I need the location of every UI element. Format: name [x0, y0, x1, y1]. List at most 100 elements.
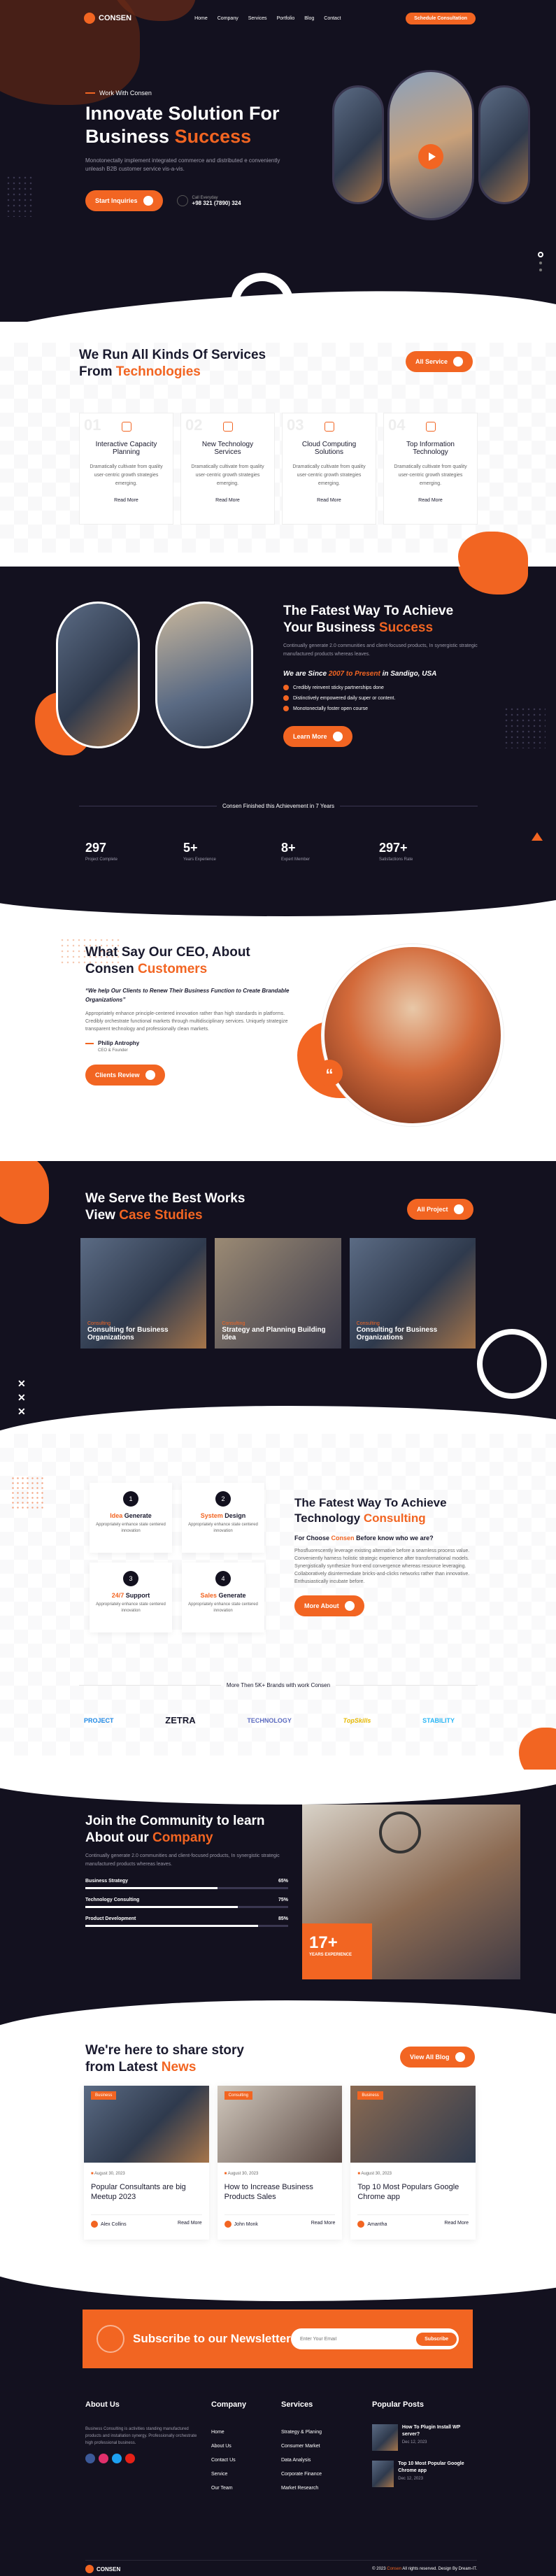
- start-inquiries-button[interactable]: Start Inquiries: [85, 190, 163, 211]
- footer-post-title[interactable]: How To Plugin Install WP server?: [402, 2424, 477, 2438]
- blog-card[interactable]: Consulting ■ August 30, 2023 How to Incr…: [217, 2086, 343, 2240]
- footer-link[interactable]: Consumer Market: [281, 2440, 358, 2454]
- play-button[interactable]: [418, 144, 443, 169]
- dot-pattern: [6, 175, 34, 217]
- footer-link[interactable]: Our Team: [211, 2482, 267, 2496]
- skill-bar: Product Development 85%: [85, 1916, 288, 1927]
- blog-post-title[interactable]: Popular Consultants are big Meetup 2023: [91, 2182, 202, 2203]
- quote-icon: “: [316, 1060, 343, 1086]
- blog-tag[interactable]: Consulting: [224, 2091, 253, 2100]
- service-card[interactable]: 02 New Technology Services Dramatically …: [180, 413, 275, 525]
- blog-post-title[interactable]: How to Increase Business Products Sales: [224, 2182, 336, 2203]
- more-about-button[interactable]: More About: [294, 1595, 364, 1616]
- brand-logo[interactable]: STABILITY: [422, 1717, 455, 1724]
- footer-link[interactable]: Home: [211, 2426, 267, 2440]
- stat-value: 8+: [281, 841, 296, 855]
- service-card[interactable]: 04 Top Information Technology Dramatical…: [383, 413, 478, 525]
- all-project-button[interactable]: All Project: [407, 1199, 473, 1220]
- phone-number[interactable]: +98 321 (7890) 324: [192, 200, 241, 206]
- phone-block[interactable]: Call Everyday +98 321 (7890) 324: [176, 195, 241, 206]
- brand-logo[interactable]: TopSkills: [343, 1717, 371, 1724]
- stat-item: 5+ Years Experience: [183, 841, 281, 864]
- case-card[interactable]: Consulting Consulting for Business Organ…: [80, 1238, 207, 1349]
- blog-tag[interactable]: Business: [357, 2091, 383, 2100]
- feature-card[interactable]: 3 24/7 Support Appropriately enhance sta…: [90, 1563, 172, 1632]
- case-card[interactable]: Consulting Strategy and Planning Buildin…: [215, 1238, 341, 1349]
- read-more-link[interactable]: Read More: [444, 2221, 469, 2228]
- footer-bottom: CONSEN © 2023 Consen All rights reserved…: [85, 2560, 477, 2573]
- service-card-title: Interactive Capacity Planning: [95, 441, 157, 456]
- read-more-link[interactable]: Read More: [311, 2221, 336, 2228]
- footer-link[interactable]: Corporate Finance: [281, 2468, 358, 2482]
- footer-post-title[interactable]: Top 10 Most Popular Google Chrome app: [398, 2461, 477, 2475]
- stat-item: 297 Project Complete: [85, 841, 183, 864]
- footer-popular-posts: Popular Posts How To Plugin Install WP s…: [372, 2400, 477, 2496]
- read-more-link[interactable]: Read More: [290, 498, 369, 503]
- nav-item-company[interactable]: Company: [218, 16, 238, 21]
- nav-item-contact[interactable]: Contact: [324, 16, 341, 21]
- schedule-consultation-button[interactable]: Schedule Consultation: [406, 12, 476, 24]
- read-more-link[interactable]: Read More: [391, 498, 470, 503]
- skill-bar-fill: [85, 1906, 238, 1908]
- twitter-icon[interactable]: [112, 2454, 122, 2463]
- feature-card[interactable]: 1 Idea Generate Appropriately enhance st…: [90, 1483, 172, 1553]
- read-more-link[interactable]: Read More: [188, 498, 267, 503]
- footer-link[interactable]: Data Analysis: [281, 2454, 358, 2468]
- brand-logo[interactable]: PROJECT: [84, 1717, 114, 1724]
- newsletter-email-input[interactable]: [293, 2336, 417, 2342]
- footer-link[interactable]: Strategy & Planing: [281, 2426, 358, 2440]
- service-card[interactable]: 03 Cloud Computing Solutions Dramaticall…: [282, 413, 376, 525]
- service-card[interactable]: 01 Interactive Capacity Planning Dramati…: [79, 413, 173, 525]
- brand-logo[interactable]: TECHNOLOGY: [247, 1717, 292, 1724]
- service-card-description: Dramatically cultivate from quality user…: [191, 464, 264, 486]
- footer-link[interactable]: Service: [211, 2468, 267, 2482]
- subscribe-button[interactable]: Subscribe: [416, 2332, 457, 2346]
- view-all-blog-button[interactable]: View All Blog: [400, 2047, 475, 2068]
- nav-item-services[interactable]: Services: [248, 16, 267, 21]
- newsletter-box: Subscribe to our Newsletter Subscribe: [83, 2310, 473, 2368]
- footer-link[interactable]: Market Research: [281, 2482, 358, 2496]
- footer-logo-icon[interactable]: [85, 2565, 94, 2573]
- learn-more-button[interactable]: Learn More: [283, 726, 352, 747]
- case-studies-section: We Serve the Best Works View Case Studies…: [0, 1161, 556, 1434]
- nav-item-portfolio[interactable]: Portfolio: [277, 16, 295, 21]
- logo-icon[interactable]: [84, 13, 95, 24]
- blog-title: We're here to share story from Latest New…: [85, 2043, 244, 2075]
- nav-item-blog[interactable]: Blog: [304, 16, 314, 21]
- footer-link[interactable]: About Us: [211, 2440, 267, 2454]
- nav-item-home[interactable]: Home: [194, 16, 208, 21]
- about-image-right: [155, 602, 253, 748]
- brand-logo[interactable]: ZETRA: [165, 1715, 195, 1725]
- ceo-description: Appropriately enhance principle-centered…: [85, 1011, 288, 1032]
- stat-label: Expert Member: [281, 858, 311, 862]
- case-card[interactable]: Consulting Consulting for Business Organ…: [349, 1238, 476, 1349]
- feature-number: 2: [215, 1491, 231, 1507]
- logo-text[interactable]: CONSEN: [99, 14, 131, 22]
- footer-logo-text[interactable]: CONSEN: [97, 2566, 120, 2573]
- youtube-icon[interactable]: [125, 2454, 135, 2463]
- blog-post-title[interactable]: Top 10 Most Populars Google Chrome app: [357, 2182, 469, 2203]
- instagram-icon[interactable]: [99, 2454, 108, 2463]
- clients-review-button[interactable]: Clients Review: [85, 1065, 165, 1086]
- blog-tag[interactable]: Business: [91, 2091, 117, 2100]
- footer-link[interactable]: Contact Us: [211, 2454, 267, 2468]
- read-more-link[interactable]: Read More: [87, 498, 166, 503]
- facebook-icon[interactable]: [85, 2454, 95, 2463]
- footer-about-text: Business Consulting is activities standi…: [85, 2427, 197, 2445]
- feature-description: Appropriately enhance state centered inn…: [188, 1602, 258, 1613]
- slider-pagination[interactable]: [537, 252, 544, 280]
- all-service-button[interactable]: All Service: [406, 351, 473, 372]
- footer-heading: Services: [281, 2400, 313, 2409]
- service-card-title: Top Information Technology: [406, 441, 455, 456]
- footer-post-date: Dec 12, 2023: [401, 2440, 427, 2445]
- feature-card[interactable]: 4 Sales Generate Appropriately enhance s…: [182, 1563, 264, 1632]
- read-more-link[interactable]: Read More: [178, 2221, 202, 2228]
- footer-post[interactable]: Top 10 Most Popular Google Chrome app Dec…: [372, 2461, 477, 2487]
- x-decorations: ✕ ✕ ✕: [17, 1378, 26, 1417]
- blog-card[interactable]: Business ■ August 30, 2023 Popular Consu…: [84, 2086, 209, 2240]
- feature-card[interactable]: 2 System Design Appropriately enhance st…: [182, 1483, 264, 1553]
- footer: Subscribe to our Newsletter Subscribe Ab…: [0, 2266, 556, 2576]
- footer-company: Company Home About Us Contact Us Service…: [211, 2400, 267, 2496]
- footer-post[interactable]: How To Plugin Install WP server? Dec 12, …: [372, 2424, 477, 2451]
- blog-card[interactable]: Business ■ August 30, 2023 Top 10 Most P…: [350, 2086, 476, 2240]
